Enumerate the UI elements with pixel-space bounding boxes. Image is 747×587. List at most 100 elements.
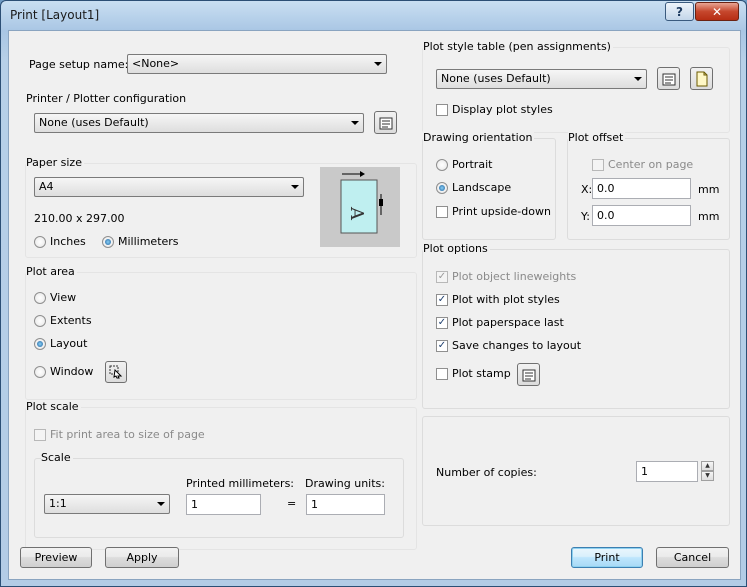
plot-area-window-label: Window — [50, 365, 94, 378]
printer-properties-button[interactable] — [374, 111, 397, 134]
offset-y-unit: mm — [698, 210, 720, 223]
checkbox-indicator: ✓ — [436, 293, 448, 306]
radio-indicator — [34, 314, 46, 327]
cancel-button[interactable]: Cancel — [656, 547, 729, 568]
drawing-units-input[interactable]: 1 — [306, 494, 385, 515]
scale-subgroup-title: Scale — [41, 451, 73, 464]
page-setup-label: Page setup name: — [29, 58, 129, 71]
scale-value: 1:1 — [49, 497, 67, 510]
print-button[interactable]: Print — [571, 547, 643, 568]
center-on-page-label: Center on page — [608, 158, 694, 171]
plot-style-title: Plot style table (pen assignments) — [423, 40, 613, 53]
printer-combo[interactable]: None (uses Default) — [34, 113, 364, 133]
plot-style-value: None (uses Default) — [441, 72, 551, 85]
plot-with-styles-checkbox[interactable]: ✓ Plot with plot styles — [436, 293, 560, 306]
offset-y-input[interactable]: 0.0 — [592, 205, 691, 226]
drawing-units-label: Drawing units: — [305, 477, 385, 490]
paper-size-group: Paper size A4 210.00 x 297.00 Inches Mil… — [25, 156, 417, 258]
plot-area-window-radio[interactable]: Window — [34, 365, 93, 378]
radio-indicator — [34, 365, 46, 378]
radio-indicator — [34, 291, 46, 304]
paper-size-combo[interactable]: A4 — [34, 177, 304, 197]
paper-preview: A — [320, 167, 400, 247]
portrait-label: Portrait — [452, 158, 493, 171]
plot-style-new-button[interactable] — [690, 67, 713, 90]
close-button[interactable]: ✕ — [695, 2, 739, 21]
window-select-button[interactable] — [105, 361, 127, 383]
printer-value: None (uses Default) — [39, 116, 149, 129]
equals-sign: = — [287, 497, 297, 510]
radio-indicator — [102, 235, 114, 248]
scale-subgroup: Scale 1:1 Printed millimeters: 1 = Drawi… — [34, 451, 404, 538]
copies-spinner[interactable]: ▲ ▼ — [701, 461, 714, 482]
checkbox-indicator — [436, 205, 448, 218]
unit-millimeters-radio[interactable]: Millimeters — [102, 235, 179, 248]
plot-lineweights-label: Plot object lineweights — [452, 270, 577, 283]
title-bar[interactable]: Print [Layout1] ? ✕ — [1, 1, 746, 31]
chevron-down-icon — [634, 77, 642, 81]
chevron-down-icon — [351, 121, 359, 125]
orientation-group: Drawing orientation Portrait Landscape P… — [422, 131, 556, 240]
plot-offset-title: Plot offset — [568, 131, 626, 144]
copies-input[interactable]: 1 — [636, 461, 698, 482]
printer-group-title: Printer / Plotter configuration — [26, 92, 189, 105]
display-plot-styles-checkbox[interactable]: Display plot styles — [436, 103, 553, 116]
plot-area-view-radio[interactable]: View — [34, 291, 76, 304]
save-changes-label: Save changes to layout — [452, 339, 582, 352]
radio-indicator — [34, 337, 46, 350]
unit-inches-radio[interactable]: Inches — [34, 235, 86, 248]
plot-options-title: Plot options — [423, 242, 490, 255]
plot-style-group: Plot style table (pen assignments) None … — [422, 40, 730, 133]
fit-to-page-checkbox[interactable]: Fit print area to size of page — [34, 428, 205, 441]
checkbox-indicator: ✓ — [436, 339, 448, 352]
spin-down-icon[interactable]: ▼ — [701, 471, 714, 481]
plot-style-combo[interactable]: None (uses Default) — [436, 69, 647, 89]
plot-lineweights-checkbox[interactable]: ✓ Plot object lineweights — [436, 270, 576, 283]
chevron-down-icon — [291, 185, 299, 189]
plot-area-title: Plot area — [26, 265, 77, 278]
properties-icon — [379, 117, 392, 129]
radio-indicator — [436, 158, 448, 171]
plot-style-edit-button[interactable] — [657, 67, 680, 90]
help-button[interactable]: ? — [665, 2, 694, 21]
svg-text:A: A — [346, 206, 367, 221]
checkbox-indicator — [592, 158, 604, 171]
plot-stamp-settings-button[interactable] — [517, 363, 540, 386]
window-title: Print [Layout1] — [10, 8, 100, 22]
portrait-radio[interactable]: Portrait — [436, 158, 492, 171]
spin-up-icon[interactable]: ▲ — [701, 461, 714, 471]
printed-mm-input[interactable]: 1 — [186, 494, 261, 515]
copies-group: Number of copies: 1 ▲ ▼ — [422, 416, 730, 526]
plot-scale-title: Plot scale — [26, 400, 81, 413]
dialog-body: Page setup name: <None> Printer / Plotte… — [8, 30, 741, 580]
display-plot-styles-label: Display plot styles — [452, 103, 553, 116]
properties-icon — [662, 73, 675, 85]
offset-x-input[interactable]: 0.0 — [592, 178, 691, 199]
copies-label: Number of copies: — [436, 466, 537, 479]
apply-button[interactable]: Apply — [105, 547, 179, 568]
landscape-radio[interactable]: Landscape — [436, 181, 511, 194]
scale-combo[interactable]: 1:1 — [44, 494, 170, 514]
preview-button[interactable]: Preview — [20, 547, 92, 568]
plot-area-extents-radio[interactable]: Extents — [34, 314, 92, 327]
page-setup-combo[interactable]: <None> — [127, 54, 387, 74]
checkbox-indicator: ✓ — [436, 270, 448, 283]
plot-area-extents-label: Extents — [50, 314, 92, 327]
checkbox-indicator — [436, 367, 448, 380]
plot-area-group: Plot area View Extents Layout Window — [25, 265, 417, 400]
save-changes-checkbox[interactable]: ✓ Save changes to layout — [436, 339, 581, 352]
upside-down-checkbox[interactable]: Print upside-down — [436, 205, 551, 218]
plot-stamp-checkbox[interactable]: Plot stamp — [436, 367, 511, 380]
unit-millimeters-label: Millimeters — [118, 235, 179, 248]
center-on-page-checkbox[interactable]: Center on page — [592, 158, 693, 171]
cursor-select-icon — [109, 365, 123, 379]
plot-paperspace-last-checkbox[interactable]: ✓ Plot paperspace last — [436, 316, 564, 329]
paper-group-title: Paper size — [26, 156, 84, 169]
left-column: Page setup name: <None> Printer / Plotte… — [15, 39, 419, 550]
radio-indicator — [34, 235, 46, 248]
chevron-down-icon — [374, 62, 382, 66]
paper-preview-icon: A — [340, 171, 383, 234]
plot-area-layout-radio[interactable]: Layout — [34, 337, 87, 350]
radio-indicator — [436, 181, 448, 194]
plot-area-layout-label: Layout — [50, 337, 88, 350]
